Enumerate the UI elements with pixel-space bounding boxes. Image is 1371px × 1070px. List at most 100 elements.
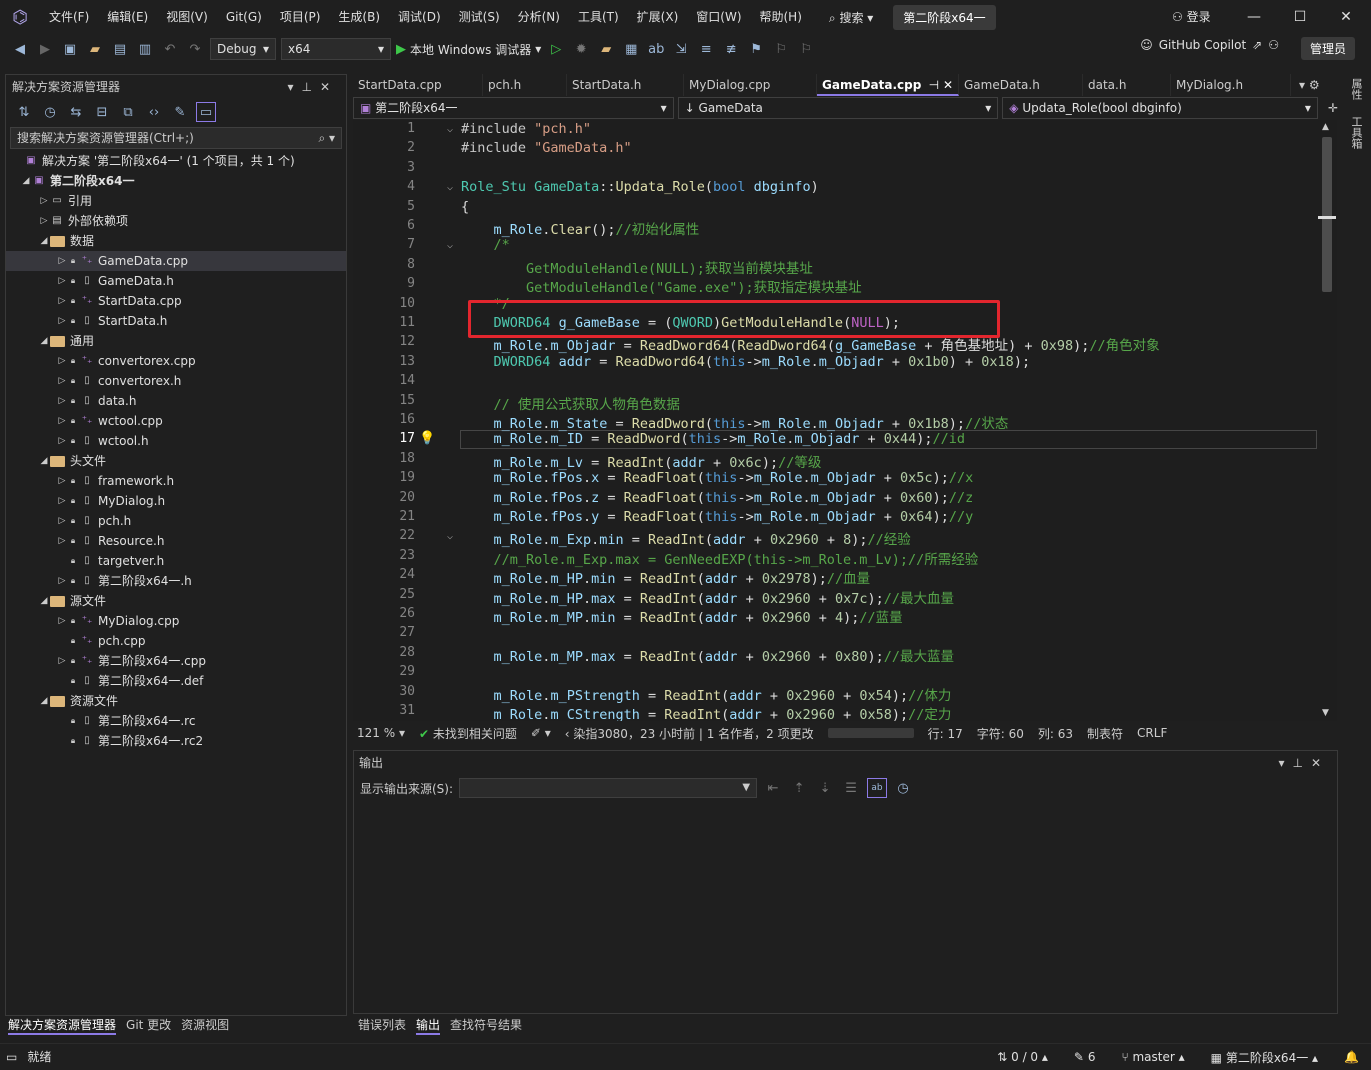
repository-selector[interactable]: ▦ 第二阶段x64一 ▴	[1211, 1049, 1318, 1066]
menu-test[interactable]: 测试(S)	[450, 0, 509, 34]
tab-git-changes[interactable]: Git 更改	[126, 1016, 171, 1035]
tree-item[interactable]: 🔒︎ ▯ targetver.h	[6, 551, 346, 571]
save-all-icon[interactable]: ▥	[135, 39, 155, 59]
code-view-icon[interactable]: ‹›	[144, 102, 164, 122]
collapsed-chevron-icon[interactable]: ▷	[56, 511, 68, 531]
tree-item[interactable]: ▷ 🔒︎ ▯ framework.h	[6, 471, 346, 491]
code-line[interactable]: GetModuleHandle(NULL);获取当前模块基址	[461, 257, 813, 277]
tree-item[interactable]: 🔒︎ ▯ 第二阶段x64一.def	[6, 671, 346, 691]
issues-status[interactable]: ✔ 未找到相关问题	[419, 725, 517, 742]
code-line[interactable]: m_Role.fPos.z = ReadFloat(this->m_Role.m…	[461, 490, 974, 506]
config-select[interactable]: Debug ▾	[210, 38, 276, 60]
expanded-chevron-icon[interactable]: ◢	[20, 171, 32, 191]
collapsed-chevron-icon[interactable]: ▷	[56, 251, 68, 271]
code-line[interactable]: #include "pch.h"	[461, 121, 591, 137]
collapsed-chevron-icon[interactable]: ▷	[56, 571, 68, 591]
preview-icon[interactable]: ▭	[196, 102, 216, 122]
code-line[interactable]: m_Role.m_Lv = ReadInt(addr + 0x6c);//等级	[461, 451, 822, 471]
pin-icon[interactable]: ⊥	[1292, 756, 1310, 770]
expanded-chevron-icon[interactable]: ◢	[38, 451, 50, 471]
code-line[interactable]: // 使用公式获取人物角色数据	[461, 393, 680, 413]
tree-item[interactable]: ▷ 🔒︎ ▯ Resource.h	[6, 531, 346, 551]
expanded-chevron-icon[interactable]: ◢	[38, 591, 50, 611]
history-icon[interactable]: ◷	[40, 102, 60, 122]
global-search[interactable]: ⌕ 搜索 ▾	[821, 9, 881, 26]
tab-find-symbol-results[interactable]: 查找符号结果	[450, 1016, 522, 1035]
menu-view[interactable]: 视图(V)	[157, 0, 217, 34]
pin-icon[interactable]: ⊣	[929, 78, 939, 92]
collapsed-chevron-icon[interactable]: ▷	[56, 311, 68, 331]
output-source-select[interactable]: ▼	[459, 778, 758, 798]
branch-selector[interactable]: ⑂ master ▴	[1121, 1050, 1184, 1064]
tree-item[interactable]: ▷ 🔒︎ ⁺₊ GameData.cpp	[6, 251, 346, 271]
lightbulb-icon[interactable]: 💡	[419, 431, 435, 446]
back-icon[interactable]: ◀	[10, 39, 30, 59]
tree-item[interactable]: ▷ 🔒︎ ▯ convertorex.h	[6, 371, 346, 391]
collapsed-chevron-icon[interactable]: ▷	[56, 431, 68, 451]
tree-item[interactable]: ◢ 通用	[6, 331, 346, 351]
tree-item[interactable]: ▷ 🔒︎ ▯ 第二阶段x64一.h	[6, 571, 346, 591]
code-line[interactable]: #include "GameData.h"	[461, 140, 632, 156]
col-indicator[interactable]: 列: 63	[1038, 725, 1073, 742]
folder-icon[interactable]: ▰	[596, 39, 616, 59]
scroll-up-icon[interactable]: ▲	[1322, 122, 1329, 132]
collapsed-chevron-icon[interactable]: ▷	[56, 651, 68, 671]
next-message-icon[interactable]: ⇣	[815, 778, 835, 798]
switch-view-icon[interactable]: ⇆	[66, 102, 86, 122]
menu-git[interactable]: Git(G)	[217, 0, 271, 34]
collapsed-chevron-icon[interactable]: ▷	[56, 371, 68, 391]
horizontal-scrollbar[interactable]	[827, 728, 914, 738]
tab-pch-h[interactable]: pch.h	[483, 74, 567, 96]
code-line[interactable]: Role_Stu GameData::Updata_Role(bool dbgi…	[461, 179, 819, 195]
fold-toggle-icon[interactable]: ⌵	[447, 531, 453, 542]
fold-toggle-icon[interactable]: ⌵	[447, 240, 453, 251]
prev-bookmark-icon[interactable]: ⚐	[771, 39, 791, 59]
tab-startdata-h[interactable]: StartData.h	[567, 74, 684, 96]
collapsed-chevron-icon[interactable]: ▷	[56, 531, 68, 551]
tree-item[interactable]: ▷ 🔒︎ ▯ StartData.h	[6, 311, 346, 331]
code-line[interactable]: //m_Role.m_Exp.max = GenNeedEXP(this->m_…	[461, 548, 979, 568]
collapsed-chevron-icon[interactable]: ▷	[56, 271, 68, 291]
code-line[interactable]: m_Role.m_HP.max = ReadInt(addr + 0x2960 …	[461, 587, 955, 607]
type-scope-select[interactable]: ↓ GameData ▾	[677, 97, 999, 119]
collapsed-chevron-icon[interactable]: ▷	[56, 471, 68, 491]
menu-debug[interactable]: 调试(D)	[389, 0, 450, 34]
tree-item[interactable]: ◢ ▣ 第二阶段x64一	[6, 171, 346, 191]
tab-startdata-cpp[interactable]: StartData.cpp	[353, 74, 483, 96]
tree-item[interactable]: 🔒︎ ▯ 第二阶段x64一.rc2	[6, 731, 346, 751]
scrollbar-thumb[interactable]	[1322, 137, 1332, 292]
next-bookmark-icon[interactable]: ⚐	[796, 39, 816, 59]
tab-gamedata-cpp[interactable]: GameData.cpp ⊣ ✕	[817, 74, 959, 96]
platform-select[interactable]: x64 ▾	[281, 38, 391, 60]
uncomment-icon[interactable]: ≢	[721, 39, 741, 59]
expanded-chevron-icon[interactable]: ◢	[38, 231, 50, 251]
code-line[interactable]: m_Role.m_Exp.min = ReadInt(addr + 0x2960…	[461, 528, 911, 548]
collapsed-chevron-icon[interactable]: ▷	[38, 191, 50, 211]
menu-edit[interactable]: 编辑(E)	[98, 0, 157, 34]
bookmark-icon[interactable]: ⚑	[746, 39, 766, 59]
comment-icon[interactable]: ≡	[696, 39, 716, 59]
chevron-down-icon[interactable]: ▾	[1278, 756, 1292, 770]
tree-item[interactable]: ▷ 🔒︎ ⁺₊ 第二阶段x64一.cpp	[6, 651, 346, 671]
collapsed-chevron-icon[interactable]: ▷	[56, 291, 68, 311]
tab-mydialog-h[interactable]: MyDialog.h	[1171, 74, 1291, 96]
tree-item[interactable]: ▣ 解决方案 '第二阶段x64一' (1 个项目，共 1 个)	[6, 151, 346, 171]
tree-item[interactable]: ▷ 🔒︎ ⁺₊ wctool.cpp	[6, 411, 346, 431]
tree-item[interactable]: ▷ 🔒︎ ▯ MyDialog.h	[6, 491, 346, 511]
clear-all-icon[interactable]: ☰	[841, 778, 861, 798]
tab-data-h[interactable]: data.h	[1083, 74, 1171, 96]
tree-item[interactable]: ◢ 数据	[6, 231, 346, 251]
tree-item[interactable]: ▷ 🔒︎ ⁺₊ MyDialog.cpp	[6, 611, 346, 631]
git-blame-info[interactable]: ‹ 染指3080，23 小时前 | 1 名作者，2 项更改	[565, 725, 814, 742]
tab-gamedata-h[interactable]: GameData.h	[959, 74, 1083, 96]
close-icon[interactable]: ✕	[1311, 756, 1329, 770]
code-editor[interactable]: 1 ⌵ #include "pch.h" 2 #include "GameData.h"…	[353, 120, 1317, 721]
code-line[interactable]: {	[461, 199, 469, 215]
code-line[interactable]: m_Role.fPos.y = ReadFloat(this->m_Role.m…	[461, 509, 974, 525]
timestamp-clock-icon[interactable]: ◷	[893, 778, 913, 798]
fold-toggle-icon[interactable]: ⌵	[447, 182, 453, 193]
collapsed-chevron-icon[interactable]: ▷	[56, 611, 68, 631]
word-wrap-icon[interactable]: ab	[867, 778, 888, 798]
char-indicator[interactable]: 字符: 60	[977, 725, 1024, 742]
tree-item[interactable]: ▷ 🔒︎ ▯ wctool.h	[6, 431, 346, 451]
